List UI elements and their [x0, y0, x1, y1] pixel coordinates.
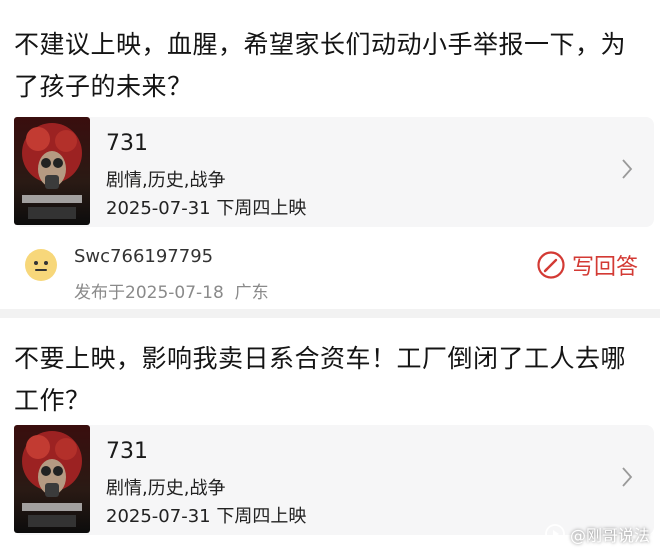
write-answer-button[interactable]: 写回答 — [536, 248, 638, 282]
publish-location: 广东 — [234, 283, 269, 303]
author-name[interactable]: Swc766197795 — [74, 246, 213, 267]
avatar-face-icon[interactable] — [24, 248, 58, 282]
movie-card[interactable]: 731 剧情,历史,战争 2025-07-31 下周四上映 — [14, 425, 654, 535]
movie-card[interactable]: 731 剧情,历史,战争 2025-07-31 下周四上映 — [14, 117, 654, 227]
question-text[interactable]: 不建议上映，血腥，希望家长们动动小手举报一下，为了孩子的未来？ — [14, 24, 648, 108]
watermark-logo-icon — [545, 524, 565, 544]
movie-poster-image — [14, 117, 90, 225]
edit-pencil-icon — [537, 251, 565, 279]
movie-release-date: 2025-07-31 下周四上映 — [106, 506, 307, 527]
movie-release-date: 2025-07-31 下周四上映 — [106, 198, 307, 219]
movie-poster-image — [14, 425, 90, 533]
question-text[interactable]: 不要上映，影响我卖日系合资车！工厂倒闭了工人去哪工作？ — [14, 338, 648, 422]
write-answer-label: 写回答 — [572, 255, 639, 280]
publish-info: 发布于2025-07-18 广东 — [74, 278, 269, 303]
publish-date: 发布于2025-07-18 — [74, 283, 224, 303]
author-row: Swc766197795 发布于2025-07-18 广东 写回答 — [0, 242, 660, 304]
chevron-right-icon[interactable] — [620, 157, 634, 181]
movie-genre: 剧情,历史,战争 — [106, 478, 226, 499]
watermark-text: @刚哥说法 — [570, 526, 651, 545]
movie-genre: 剧情,历史,战争 — [106, 170, 226, 191]
movie-title: 731 — [106, 439, 148, 464]
question-card[interactable]: 不建议上映，血腥，希望家长们动动小手举报一下，为了孩子的未来？ 731 剧情,历… — [0, 0, 660, 309]
chevron-right-icon[interactable] — [620, 465, 634, 489]
movie-title: 731 — [106, 131, 148, 156]
watermark: @刚哥说法 — [544, 521, 650, 547]
